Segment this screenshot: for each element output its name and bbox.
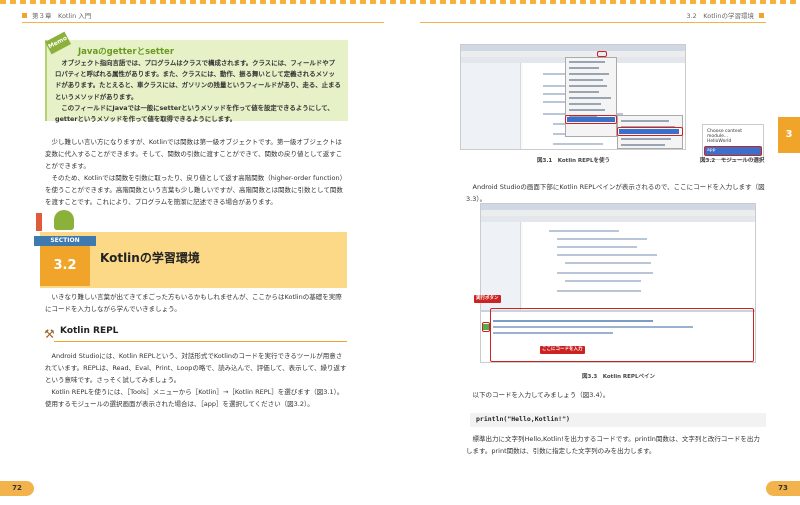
left-header-rule	[22, 22, 384, 23]
memo-body: オブジェクト指向言語では、プログラムはクラスで構成されます。クラスには、フィール…	[55, 58, 341, 125]
memo-title: Javaのgetterとsetter	[78, 47, 175, 57]
right-para-1: Android Studioの画面下部にKotlin REPLペインが表示される…	[466, 183, 765, 203]
tools-menu	[565, 57, 617, 137]
right-para-2: 以下のコードを入力してみましょう（図3.4）。	[472, 391, 610, 399]
memo-body-para-2: このフィールドにJavaでは一般にsetterというメソッドを作って値を設定でき…	[55, 103, 334, 124]
popup-heading: Choose context module...	[707, 129, 743, 139]
kotlin-menu-highlight	[565, 115, 617, 124]
left-para-5: Kotlin REPLを使うには、［Tools］メニューから［Kotlin］→［…	[45, 388, 344, 408]
right-running-head-text: 3.2 Kotlinの学習環境	[686, 12, 754, 20]
running-head-marker	[22, 12, 27, 18]
left-page-number: 72	[0, 481, 34, 496]
app-highlight	[704, 146, 762, 156]
flag-icon	[36, 213, 42, 231]
run-button-callout: 実行ボタン	[474, 295, 501, 303]
left-para-4: Android Studioには、Kotlin REPLという、対話形式でKot…	[45, 352, 347, 384]
popup-item-helloworld: HelloWorld	[707, 139, 732, 144]
right-para-3: 標準出力に文字列Hello,Kotlin!を出力するコードです。println関…	[466, 435, 760, 455]
run-button-highlight	[482, 322, 490, 332]
left-para-3: いきなり難しい言葉が出てきてまごった方もいるかもしれませんが、ここからはKotl…	[45, 293, 342, 313]
figure-3-1-screenshot	[460, 44, 686, 150]
hammer-icon: ⚒	[44, 327, 55, 341]
subhead-title: Kotlin REPL	[60, 326, 119, 336]
input-callout: ここにコードを入力	[540, 346, 585, 354]
right-running-head: 3.2 Kotlinの学習環境	[686, 8, 764, 22]
android-robot-icon	[54, 210, 74, 230]
tools-menu-highlight	[597, 51, 607, 57]
figure-3-2-popup: Choose context module... HelloWorld app	[702, 124, 764, 160]
code-block: println("Hello,Kotlin!")	[470, 413, 766, 427]
repl-pane-highlight	[490, 308, 754, 362]
code-text: println("Hello,Kotlin!")	[476, 415, 570, 423]
right-header-rule	[420, 22, 766, 23]
section-tag: SECTION	[34, 236, 96, 246]
left-running-head: 第３章 Kotlin 入門	[22, 8, 91, 22]
chapter-thumb-tab: 3	[778, 117, 800, 153]
code-editor	[523, 222, 755, 308]
left-para-1: 少し難しい言い方になりますが、Kotlinでは関数は第一級オブジェクトです。第一…	[45, 138, 343, 170]
section-number: 3.2	[40, 246, 90, 286]
memo-body-para-1: オブジェクト指向言語では、プログラムはクラスで構成されます。クラスには、フィール…	[55, 59, 341, 101]
figure-3-3-screenshot	[480, 203, 756, 363]
right-page-number: 73	[766, 481, 800, 496]
running-head-marker	[759, 12, 764, 18]
project-tree	[461, 63, 521, 149]
kotlin-repl-highlight	[617, 127, 683, 136]
left-para-2: そのため、Kotlinでは関数を引数に取ったり、戻り値として返す高階関数（hig…	[45, 174, 347, 206]
figure-3-1-caption: 図3.1 Kotlin REPLを使う	[537, 158, 610, 164]
left-running-head-text: 第３章 Kotlin 入門	[32, 12, 92, 20]
section-title: Kotlinの学習環境	[100, 251, 200, 265]
figure-3-3-caption: 図3.3 Kotlin REPLペイン	[582, 374, 655, 380]
figure-3-2-caption: 図3.2 モジュールの選択	[700, 158, 765, 164]
